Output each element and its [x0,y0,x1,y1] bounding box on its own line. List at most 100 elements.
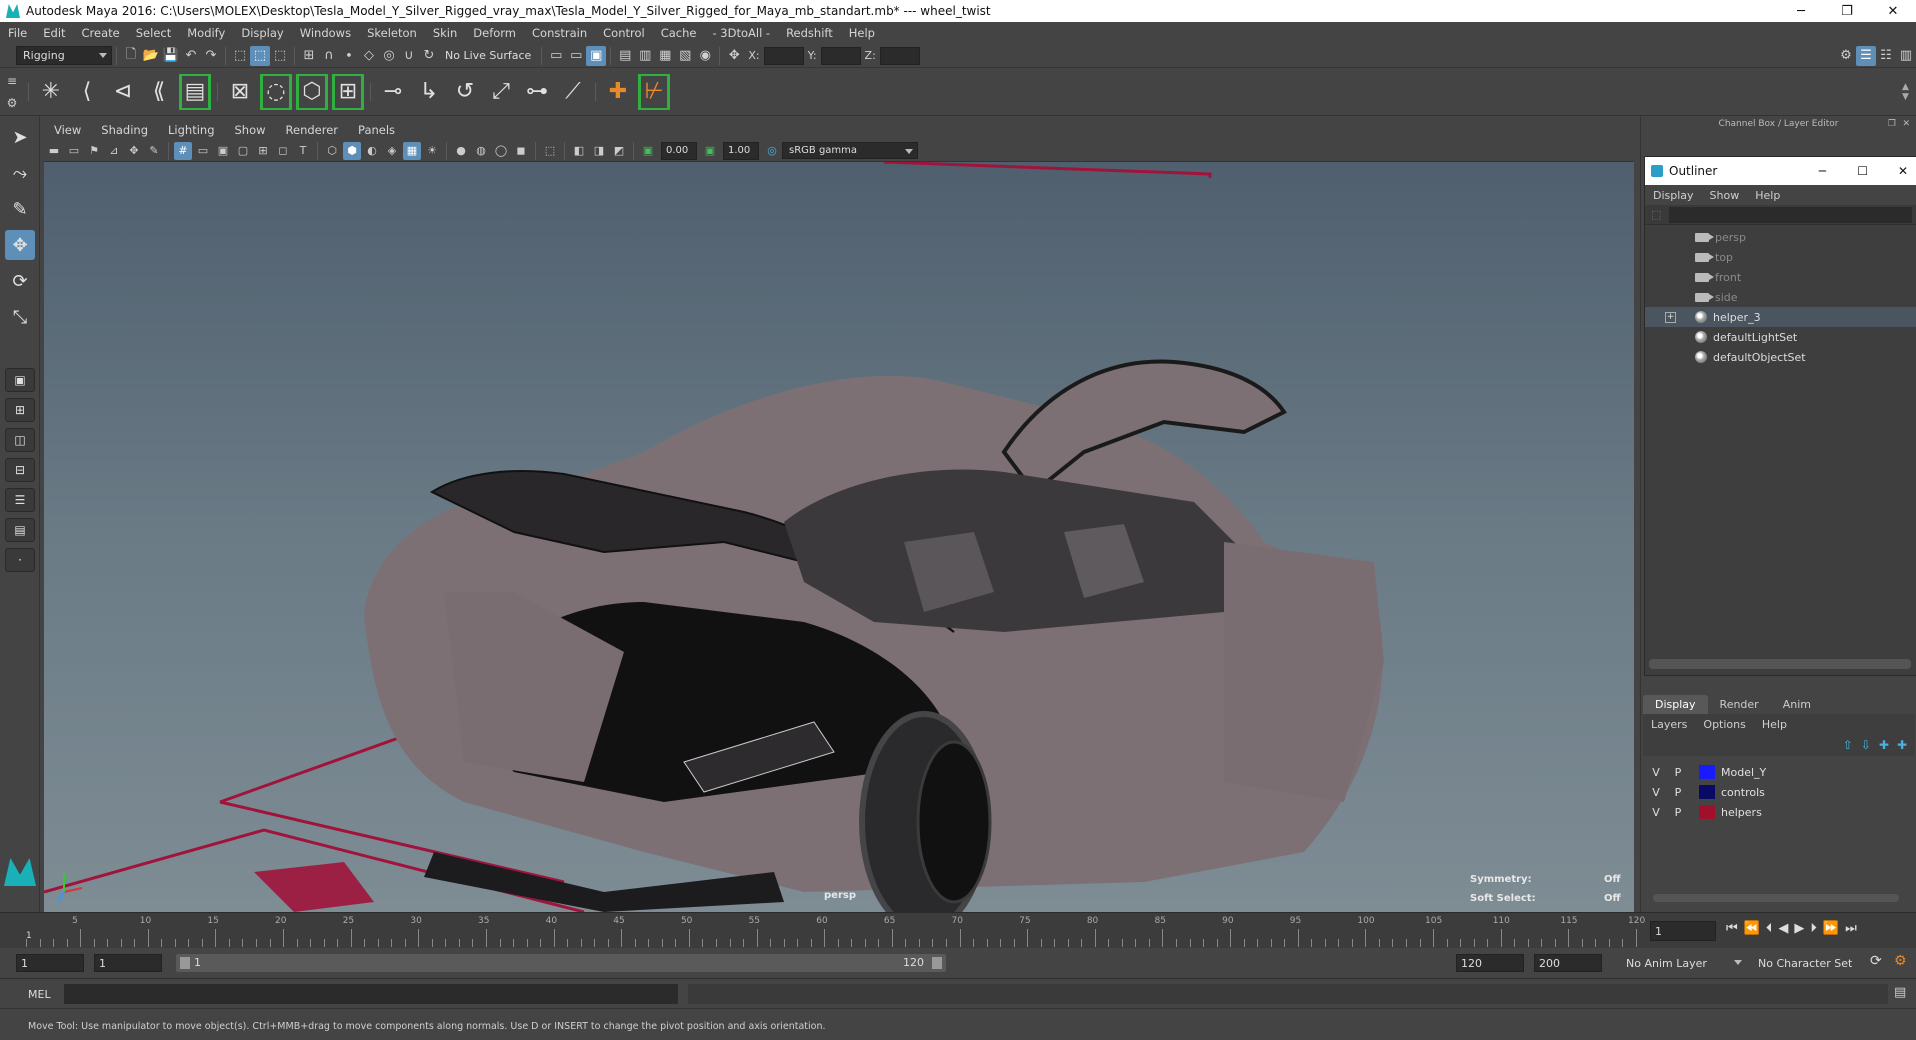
move-layer-down-icon[interactable]: ⇩ [1861,738,1871,752]
menu-edit[interactable]: Edit [35,26,73,40]
menu-windows[interactable]: Windows [292,26,359,40]
playback-start-field[interactable]: 1 [94,954,162,972]
outliner-menu-help[interactable]: Help [1747,189,1788,202]
new-scene-icon[interactable]: 🗋 [121,46,141,66]
viewport-menu-panels[interactable]: Panels [348,123,405,137]
side-layout-icon[interactable]: ◫ [5,428,35,452]
top-bottom-layout-icon[interactable]: ⊟ [5,458,35,482]
animation-end-field[interactable]: 200 [1534,954,1602,972]
rotate-tool-icon[interactable]: ⟳ [5,266,35,296]
bookmark-icon[interactable]: ⚑ [85,142,103,160]
grid-icon[interactable]: # [174,141,192,160]
single-layout-icon[interactable]: ▣ [5,368,35,392]
isolate-select-icon[interactable]: ⬚ [541,142,559,160]
scale-constraint-icon[interactable]: ⤢ [485,74,517,110]
image-plane-icon[interactable]: ⊿ [105,142,123,160]
visibility-toggle[interactable]: V [1645,786,1667,799]
range-end-handle[interactable] [932,957,942,969]
select-tool-icon[interactable]: ➤ [5,122,35,152]
command-input[interactable] [64,984,678,1004]
exposure-field[interactable]: 0.00 [661,141,697,160]
menu-constrain[interactable]: Constrain [524,26,595,40]
layer-row-controls[interactable]: V P controls [1645,782,1905,802]
wireframe-icon[interactable]: ⬡ [323,142,341,160]
four-layout-icon[interactable]: ⊞ [5,398,35,422]
layer-menu-layers[interactable]: Layers [1643,718,1695,731]
animation-preferences-icon[interactable]: ⚙ [1894,953,1907,969]
go-to-end-icon[interactable]: ⏭ [1845,921,1857,936]
menu-3dtoall[interactable]: - 3DtoAll - [704,26,778,40]
move-layer-up-icon[interactable]: ⇧ [1843,738,1853,752]
screen-space-ao-icon[interactable]: ◍ [472,142,490,160]
lattice-icon[interactable]: ⬡ [296,73,328,110]
new-empty-layer-icon[interactable]: ✚ [1879,738,1889,752]
shelf-tabs-icon[interactable]: ≡ [7,74,17,88]
select-by-object-icon[interactable]: ⬚ [250,45,270,66]
current-frame-field[interactable]: 1 [1650,921,1716,941]
menu-deform[interactable]: Deform [465,26,524,40]
bind-skin-icon[interactable]: ⊠ [224,74,256,110]
wheel-control-curve[interactable] [254,862,374,912]
point-constraint-icon[interactable]: ⊸ [377,74,409,110]
range-slider[interactable]: 1 120 [176,954,946,972]
save-scene-icon[interactable]: 💾 [161,46,181,66]
two-d-pan-icon[interactable]: ✥ [125,142,143,160]
top-control-curve[interactable] [883,162,1212,178]
wrap-icon[interactable]: ⊞ [332,73,364,110]
more-layouts-icon[interactable]: · [5,548,35,572]
select-by-component-icon[interactable]: ⬚ [270,46,290,66]
outliner-close-icon[interactable]: ✕ [1898,164,1908,178]
layer-row-model-y[interactable]: V P Model_Y [1645,762,1905,782]
construction-history-icon[interactable]: ▣ [586,45,607,66]
tab-render[interactable]: Render [1708,695,1771,714]
view-transform-icon[interactable]: ◎ [763,142,781,160]
use-all-lights-icon[interactable]: ☀ [423,142,441,160]
xray-joints-icon[interactable]: ◨ [590,142,608,160]
playback-toggle[interactable]: P [1667,766,1689,779]
restore-button[interactable]: ❐ [1824,0,1870,22]
layer-color-swatch[interactable] [1699,765,1715,779]
visibility-toggle[interactable]: V [1645,806,1667,819]
viewport-menu-renderer[interactable]: Renderer [276,123,349,137]
outliner-item-side[interactable]: side [1645,287,1916,307]
render-view-icon[interactable]: ▧ [675,46,695,66]
front-rim[interactable] [916,740,992,904]
default-material-icon[interactable]: ◐ [363,142,381,160]
play-backwards-icon[interactable]: ◀ [1778,921,1788,936]
outliner-horizontal-scrollbar[interactable] [1649,659,1911,669]
exposure-icon[interactable]: ▣ [639,142,657,160]
modeling-toolkit-icon[interactable]: ⚙ [1836,46,1856,66]
gamma-icon[interactable]: ▣ [701,142,719,160]
playback-toggle[interactable]: P [1667,806,1689,819]
script-language-label[interactable]: MEL [28,988,51,1001]
grease-pencil-icon[interactable]: ✎ [145,142,163,160]
film-gate-icon[interactable]: ▭ [194,142,212,160]
magnet-icon[interactable]: ∪ [399,46,419,66]
new-layer-selected-icon[interactable]: ✚ [1897,738,1907,752]
outliner-item-default-object-set[interactable]: defaultObjectSet [1645,347,1916,367]
outliner-menu-show[interactable]: Show [1702,189,1748,202]
gate-mask-icon[interactable]: ▢ [234,142,252,160]
wireframe-on-shaded-icon[interactable]: ◈ [383,142,401,160]
scale-tool-icon[interactable]: ⤡ [5,302,35,332]
aim-constraint-icon[interactable]: ↳ [413,74,445,110]
snap-grid-icon[interactable]: ⊞ [299,46,319,66]
perspective-viewport[interactable]: persp Symmetry: Off Soft Select: Off [44,162,1634,912]
outliner-menu-display[interactable]: Display [1645,189,1702,202]
menu-skeleton[interactable]: Skeleton [359,26,425,40]
shelf-menu-icon[interactable]: ⚙ [7,96,18,110]
layer-row-helpers[interactable]: V P helpers [1645,802,1905,822]
menu-redshift[interactable]: Redshift [778,26,841,40]
layer-color-swatch[interactable] [1699,785,1715,799]
x-field[interactable] [763,46,804,65]
outliner-item-front[interactable]: front [1645,267,1916,287]
menu-select[interactable]: Select [128,26,179,40]
channel-box-icon[interactable]: ▥ [1896,46,1916,66]
menu-cache[interactable]: Cache [653,26,705,40]
render-settings-icon[interactable]: ▤ [615,46,635,66]
live-surface-label[interactable]: No Live Surface [445,49,531,62]
camera-attributes-icon[interactable]: ▭ [65,142,83,160]
viewport-menu-shading[interactable]: Shading [91,123,158,137]
ipr-render-icon[interactable]: ▦ [655,46,675,66]
joint-tool-icon[interactable]: ✳ [35,74,67,110]
